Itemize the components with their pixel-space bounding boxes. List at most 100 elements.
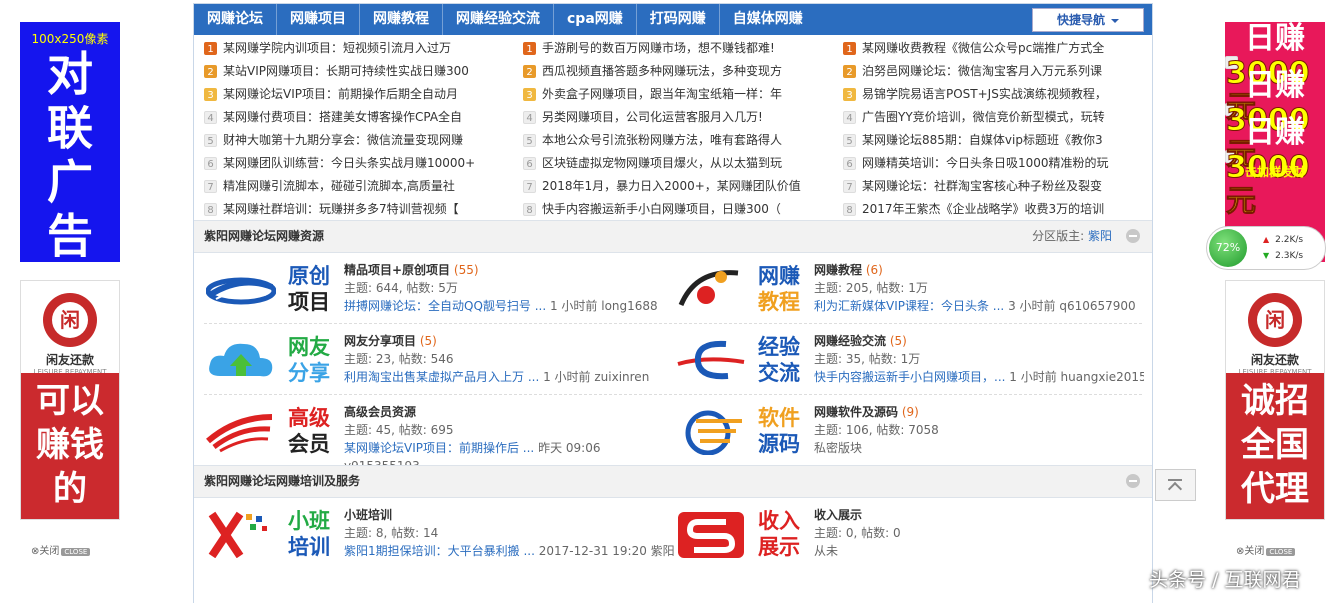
x-pixel-logo-icon <box>208 511 267 558</box>
list-item[interactable]: 5 某网赚论坛885期：自媒体vip标题班《教你3 <box>843 129 1153 152</box>
section-header: 紫阳网赚论坛网赚资源 分区版主: 紫阳 <box>194 220 1152 253</box>
forum-name[interactable]: 网赚软件及源码 <box>814 405 898 419</box>
last-post-link[interactable]: 某网赚论坛VIP项目：前期操作后 ... <box>344 441 534 455</box>
list-item[interactable]: 8 2017年王紫杰《企业战略学》收费3万的培训 <box>843 198 1153 221</box>
left-couplet-ad[interactable]: 100x250像素 对 联 广 告 <box>20 22 120 262</box>
ad-amount: 3000元 <box>1225 56 1310 125</box>
watermark: 头条号 / 互联网君 <box>1149 569 1301 591</box>
forum-name[interactable]: 精品项目+原创项目 <box>344 263 450 277</box>
arrow-up-icon: ▲ <box>1263 235 1270 244</box>
chevron-down-icon <box>1111 18 1119 23</box>
forum-icon[interactable]: 经验 交流 <box>676 332 804 388</box>
forum-icon[interactable]: 网友 分享 <box>206 332 334 388</box>
collapse-icon[interactable] <box>1126 474 1140 488</box>
forum-icon[interactable]: 原创 项目 <box>206 261 334 317</box>
list-item[interactable]: 1 某网赚学院内训项目：短视频引流月入过万 <box>204 37 514 60</box>
list-item[interactable]: 4 某网赚付费项目：搭建美女博客操作CPA全自 <box>204 106 514 129</box>
forum-name[interactable]: 高级会员资源 <box>344 405 416 419</box>
collapse-icon[interactable] <box>1126 229 1140 243</box>
list-item[interactable]: 4 另类网赚项目，公司化运营客服月入几万! <box>523 106 833 129</box>
forum-info: 网友分享项目 (5) 主题: 23, 帖数: 546 利用淘宝出售某虚拟产品月入… <box>344 332 674 386</box>
last-post-link[interactable]: 利用淘宝出售某虚拟产品月入上万 ... <box>344 370 539 384</box>
forum-info: 网赚教程 (6) 主题: 205, 帖数: 1万 利为汇新媒体VIP课程：今日头… <box>814 261 1144 315</box>
main-panel: 网赚论坛 网赚项目 网赚教程 网赚经验交流 cpa网赚 打码网赚 自媒体网赚 快… <box>193 3 1153 603</box>
list-item[interactable]: 8 快手内容搬运新手小白网赚项目，日赚300（ <box>523 198 833 221</box>
list-item[interactable]: 7 某网赚论坛：社群淘宝客核心种子粉丝及裂变 <box>843 175 1153 198</box>
forum-stats: 主题: 0, 帖数: 0 <box>814 526 901 540</box>
back-to-top-button[interactable] <box>1155 469 1196 501</box>
forum-stats: 主题: 644, 帖数: 5万 <box>344 281 458 295</box>
forum-stats: 主题: 8, 帖数: 14 <box>344 526 439 540</box>
last-post-link[interactable]: 利为汇新媒体VIP课程：今日头条 ... <box>814 299 1004 313</box>
list-item[interactable]: 2 某站VIP网赚项目：长期可持续性实战日赚300 <box>204 60 514 83</box>
list-item[interactable]: 8 某网赚社群培训：玩赚拼多多7特训营视频【 <box>204 198 514 221</box>
list-item[interactable]: 5 本地公众号引流张粉网赚方法，唯有套路得人 <box>523 129 833 152</box>
forum-name[interactable]: 网友分享项目 <box>344 334 416 348</box>
news-column-2: 1 手游刷号的数百万网赚市场，想不赚钱都难! 2 西瓜视频直播答题多种网赚玩法，多种… <box>523 37 833 221</box>
list-item[interactable]: 7 2018年1月，暴力日入2000+，某网赚团队价值 <box>523 175 833 198</box>
ad-line: APP <box>21 511 119 519</box>
list-item[interactable]: 5 财神大咖第十九期分享会：微信流量变现网赚 <box>204 129 514 152</box>
ad-red-panel: 可以 赚钱的 APP <box>21 373 119 519</box>
ad-line: 全国 <box>1241 425 1309 465</box>
list-item[interactable]: 3 某网赚论坛VIP项目：前期操作后期全自动月 <box>204 83 514 106</box>
ad-brand: 闲友还款 <box>1250 353 1299 367</box>
forum-icon[interactable]: 网赚 教程 <box>676 261 804 317</box>
forum-icon[interactable]: 小班 培训 <box>206 506 334 562</box>
forum-name[interactable]: 小班培训 <box>344 508 392 522</box>
forum-name[interactable]: 网赚经验交流 <box>814 334 886 348</box>
list-item[interactable]: 1 手游刷号的数百万网赚市场，想不赚钱都难! <box>523 37 833 60</box>
nav-item[interactable]: 网赚教程 <box>360 4 443 35</box>
last-post-link[interactable]: 紫阳1期担保培训：大平台暴利搬 ... <box>344 544 535 558</box>
list-item[interactable]: 6 某网赚团队训练营：今日头条实战月赚10000+ <box>204 152 514 175</box>
section-moderator: 分区版主: 紫阳 <box>1032 229 1112 243</box>
list-item[interactable]: 3 易锦学院易语言POST+JS实战演练视频教程， <box>843 83 1153 106</box>
forum-row: 高级 会员 高级会员资源 主题: 45, 帖数: 695 某网赚论坛VIP项目：… <box>204 395 1142 473</box>
leisure-logo-icon: 闲 <box>1248 293 1302 347</box>
forum-name[interactable]: 网赚教程 <box>814 263 862 277</box>
ad-red-panel: 诚招 全国 代理 <box>1226 373 1324 519</box>
list-item[interactable]: 7 精准网赚引流脚本，碰碰引流脚本,高质量社 <box>204 175 514 198</box>
ad-char: 对 <box>47 47 93 101</box>
forum-row: 小班 培训 小班培训 主题: 8, 帖数: 14 紫阳1期担保培训：大平台暴利搬… <box>204 498 1142 568</box>
nav-item[interactable]: 网赚论坛 <box>194 4 277 35</box>
left-app-ad[interactable]: 闲 闲友还款 LEISURE REPAYMENT 可以 赚钱的 APP <box>20 280 120 520</box>
forum-row: 网友 分享 网友分享项目 (5) 主题: 23, 帖数: 546 利用淘宝出售某… <box>204 324 1144 395</box>
forum-info: 网赚经验交流 (5) 主题: 35, 帖数: 1万 快手内容搬运新手小白网赚项目… <box>814 334 1144 384</box>
ad-line: 赚钱的 <box>36 425 104 509</box>
speed-stripes-icon <box>206 414 273 453</box>
globe-logo-icon <box>685 410 742 455</box>
list-item[interactable]: 6 区块链虚拟宠物网赚项目爆火，从以太猫到玩 <box>523 152 833 175</box>
forum-list: 小班 培训 小班培训 主题: 8, 帖数: 14 紫阳1期担保培训：大平台暴利搬… <box>194 498 1152 568</box>
memory-usage-ball[interactable]: 72% <box>1209 229 1247 267</box>
nav-item[interactable]: 打码网赚 <box>637 4 720 35</box>
last-post-link[interactable]: 快手内容搬运新手小白网赚项目，... <box>814 370 1005 384</box>
forum-name[interactable]: 收入展示 <box>814 508 862 522</box>
list-item[interactable]: 6 网赚精英培训：今日头条日吸1000精准粉的玩 <box>843 152 1153 175</box>
right-ad-close[interactable]: ⊗关闭 CLOSE <box>1236 542 1296 557</box>
list-item[interactable]: 2 西瓜视频直播答题多种网赚玩法，多种变现方 <box>523 60 833 83</box>
nav-item[interactable]: 自媒体网赚 <box>720 4 816 35</box>
ad-char: 广 <box>47 155 93 209</box>
forum-icon[interactable]: 收入 展示 <box>676 506 804 562</box>
section-title[interactable]: 紫阳网赚论坛网赚培训及服务 <box>204 466 360 497</box>
network-speed-widget[interactable]: 72% ▲ 2.2K/s ▼ 2.3K/s <box>1206 226 1326 270</box>
nav-item[interactable]: cpa网赚 <box>554 4 637 35</box>
quick-nav-button[interactable]: 快捷导航 <box>1032 8 1144 32</box>
nav-item[interactable]: 网赚项目 <box>277 4 360 35</box>
left-ad-close[interactable]: ⊗关闭 CLOSE <box>31 542 91 557</box>
forum-icon[interactable]: 软件 源码 <box>676 403 804 459</box>
forum-cell: 经验 交流 网赚经验交流 (5) 主题: 35, 帖数: 1万 快手内容搬运新手… <box>674 324 1144 394</box>
right-agent-ad[interactable]: 闲 闲友还款 LEISURE REPAYMENT 诚招 全国 代理 <box>1225 280 1325 520</box>
section-title[interactable]: 紫阳网赚论坛网赚资源 <box>204 221 324 252</box>
ring-logo-icon <box>206 277 276 305</box>
forum-icon[interactable]: 高级 会员 <box>206 403 334 459</box>
list-item[interactable]: 2 泊努邑网赚论坛：微信淘宝客月入万元系列课 <box>843 60 1153 83</box>
list-item[interactable]: 4 广告圈YY竞价培训，微信竞价新型模式，玩转 <box>843 106 1153 129</box>
last-post-link[interactable]: 拼搏网赚论坛：全自动QQ靓号扫号 ... <box>344 299 546 313</box>
list-item[interactable]: 3 外卖盒子网赚项目，跟当年淘宝纸箱一样：年 <box>523 83 833 106</box>
forum-stats: 主题: 35, 帖数: 1万 <box>814 352 921 366</box>
ad-line: 诚招 <box>1241 381 1309 421</box>
list-item[interactable]: 1 某网赚收费教程《微信公众号pc端推广方式全 <box>843 37 1153 60</box>
nav-item[interactable]: 网赚经验交流 <box>443 4 554 35</box>
